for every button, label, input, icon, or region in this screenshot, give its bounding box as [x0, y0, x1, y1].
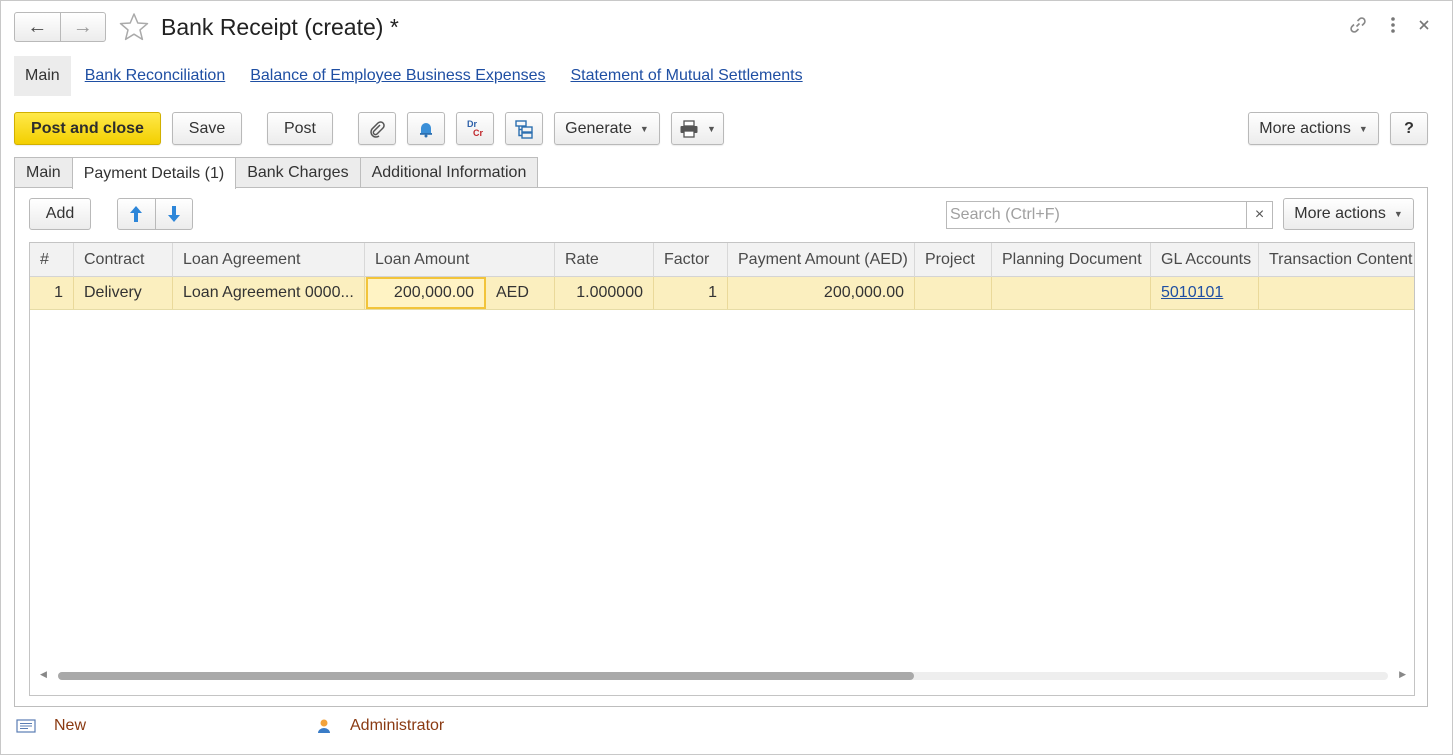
planning-document-cell[interactable] [992, 277, 1151, 309]
caret-down-icon: ▼ [1358, 123, 1368, 134]
clear-search-icon[interactable]: × [1246, 202, 1272, 228]
column-header[interactable]: Planning Document [992, 243, 1151, 277]
history-nav: ← → [14, 12, 106, 42]
project-cell[interactable] [915, 277, 992, 309]
status-bar: New Administrator [14, 717, 514, 741]
column-header[interactable]: Loan Agreement [173, 243, 365, 277]
search-input[interactable] [947, 202, 1246, 228]
table-more-actions-label: More actions [1294, 205, 1386, 222]
contract-cell[interactable]: Delivery [74, 277, 173, 309]
horizontal-scrollbar[interactable]: ◀ ▶ [40, 669, 1406, 681]
column-header[interactable]: Factor [654, 243, 728, 277]
column-header[interactable]: GL Accounts [1151, 243, 1259, 277]
payment-details-panel: Add × More actions ▼ # Contract Loan Agre… [14, 187, 1428, 707]
structure-button[interactable] [505, 112, 543, 145]
user-icon [318, 719, 330, 733]
tab-bank-charges[interactable]: Bank Charges [235, 157, 361, 188]
more-actions-button[interactable]: More actions ▼ [1248, 112, 1379, 145]
generate-button[interactable]: Generate ▼ [554, 112, 660, 145]
print-button[interactable]: ▼ [671, 112, 724, 145]
gl-accounts-link[interactable]: 5010101 [1151, 277, 1259, 309]
more-actions-label: More actions [1259, 119, 1351, 137]
caret-down-icon: ▼ [707, 123, 716, 134]
panel-item-main[interactable]: Main [14, 56, 71, 96]
table-row[interactable]: 1 Delivery Loan Agreement 0000... 200,00… [30, 277, 1414, 310]
post-button[interactable]: Post [267, 112, 333, 145]
favorite-star-icon[interactable] [118, 11, 150, 43]
loan-amount-input[interactable]: 200,000.00 [366, 277, 486, 309]
scroll-right-icon[interactable]: ▶ [1399, 669, 1406, 680]
close-icon[interactable] [1418, 19, 1430, 31]
link-statement-mutual-settlements[interactable]: Statement of Mutual Settlements [571, 67, 803, 85]
rate-cell[interactable]: 1.000000 [555, 277, 654, 309]
hierarchy-icon [515, 119, 533, 139]
save-button[interactable]: Save [172, 112, 242, 145]
loan-currency-cell[interactable]: AED [486, 277, 555, 309]
link-balance-employee-expenses[interactable]: Balance of Employee Business Expenses [250, 67, 545, 85]
page-title: Bank Receipt (create) * [161, 14, 399, 40]
window-controls [1348, 15, 1430, 35]
column-header[interactable]: Loan Amount [365, 243, 555, 277]
printer-icon [680, 119, 698, 138]
reminder-button[interactable] [407, 112, 445, 145]
column-header[interactable]: Contract [74, 243, 173, 277]
factor-cell[interactable]: 1 [654, 277, 728, 309]
payment-amount-cell[interactable]: 200,000.00 [728, 277, 915, 309]
tab-additional-information[interactable]: Additional Information [359, 157, 539, 188]
row-number: 1 [30, 277, 74, 309]
user-name: Administrator [350, 717, 445, 734]
caret-down-icon: ▼ [639, 123, 649, 134]
document-status: New [16, 717, 86, 735]
link-bank-reconciliation[interactable]: Bank Reconciliation [85, 67, 226, 85]
table-header: # Contract Loan Agreement Loan Amount Ra… [30, 243, 1414, 277]
arrow-down-icon [167, 206, 180, 222]
move-buttons [117, 198, 193, 230]
current-user: Administrator [316, 717, 444, 735]
transaction-content-cell[interactable] [1259, 277, 1414, 309]
link-icon[interactable] [1348, 15, 1368, 35]
loan-agreement-cell[interactable]: Loan Agreement 0000... [173, 277, 365, 309]
tab-bar: Main Payment Details (1) Bank Charges Ad… [14, 157, 539, 189]
status-text: New [54, 717, 87, 734]
tab-main[interactable]: Main [14, 157, 73, 188]
column-header[interactable]: Transaction Content [1259, 243, 1414, 277]
document-list-icon [16, 719, 36, 733]
caret-down-icon: ▼ [1393, 209, 1403, 219]
generate-label: Generate [565, 119, 632, 137]
search-box: × [946, 201, 1273, 229]
forward-arrow-icon[interactable]: → [59, 13, 106, 41]
attach-button[interactable] [358, 112, 396, 145]
scroll-thumb[interactable] [58, 672, 914, 680]
column-header[interactable]: Rate [555, 243, 654, 277]
more-vertical-icon[interactable] [1390, 16, 1396, 34]
column-header[interactable]: Payment Amount (AED) [728, 243, 915, 277]
journal-entries-button[interactable]: Dr Cr [456, 112, 494, 145]
post-and-close-button[interactable]: Post and close [14, 112, 161, 145]
back-arrow-icon[interactable]: ← [15, 13, 60, 41]
move-up-button[interactable] [118, 199, 156, 229]
help-button[interactable]: ? [1390, 112, 1428, 145]
move-down-button[interactable] [156, 199, 193, 229]
navigation-panel: Main Bank Reconciliation Balance of Empl… [14, 56, 814, 96]
bell-icon [420, 122, 432, 137]
payment-details-table: # Contract Loan Agreement Loan Amount Ra… [29, 242, 1415, 696]
table-more-actions-button[interactable]: More actions ▼ [1283, 198, 1414, 230]
window-frame: ← → Bank Receipt (create) * Main Bank Re… [0, 0, 1453, 755]
column-header[interactable]: Project [915, 243, 992, 277]
tab-payment-details[interactable]: Payment Details (1) [71, 157, 237, 189]
add-row-button[interactable]: Add [29, 198, 91, 230]
cr-label: Cr [472, 127, 483, 138]
scroll-left-icon[interactable]: ◀ [40, 669, 47, 680]
column-header[interactable]: # [30, 243, 74, 277]
arrow-up-icon [130, 206, 143, 222]
paperclip-icon [370, 120, 385, 138]
